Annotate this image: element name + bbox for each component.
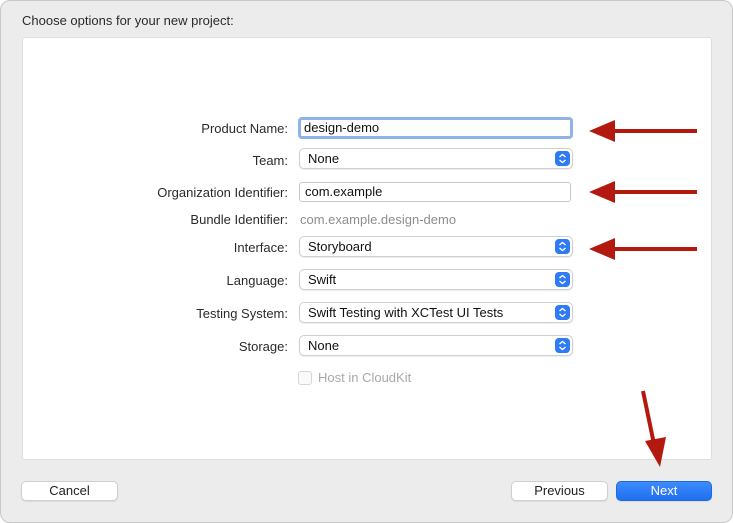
annotation-arrow-icon — [589, 181, 697, 203]
storage-label: Storage: — [238, 339, 288, 354]
bundle-identifier-label: Bundle Identifier: — [190, 212, 288, 227]
storage-value: None — [308, 338, 340, 353]
updown-chevron-icon — [555, 338, 570, 353]
host-in-cloudkit-label: Host in CloudKit — [318, 370, 412, 385]
team-popup[interactable]: None — [299, 148, 573, 169]
organization-identifier-value: com.example — [305, 184, 383, 199]
product-name-label: Product Name: — [201, 121, 288, 136]
checkbox-box — [298, 371, 312, 385]
dialog-title: Choose options for your new project: — [22, 13, 234, 28]
cancel-button[interactable]: Cancel — [21, 481, 118, 501]
team-label: Team: — [252, 153, 288, 168]
product-name-field[interactable]: design-demo — [298, 117, 573, 139]
annotation-arrow-icon — [589, 238, 697, 260]
interface-popup[interactable]: Storyboard — [299, 236, 573, 257]
organization-identifier-label: Organization Identifier: — [157, 185, 288, 200]
testing-system-popup[interactable]: Swift Testing with XCTest UI Tests — [299, 302, 573, 323]
new-project-dialog: Choose options for your new project: Pro… — [0, 0, 733, 523]
interface-value: Storyboard — [308, 239, 372, 254]
bundle-identifier-value: com.example.design-demo — [300, 212, 457, 227]
updown-chevron-icon — [555, 305, 570, 320]
team-value: None — [308, 151, 340, 166]
testing-system-value: Swift Testing with XCTest UI Tests — [308, 305, 504, 320]
product-name-value: design-demo — [304, 120, 380, 135]
language-popup[interactable]: Swift — [299, 269, 573, 290]
updown-chevron-icon — [555, 272, 570, 287]
previous-button[interactable]: Previous — [511, 481, 608, 501]
next-button[interactable]: Next — [616, 481, 712, 501]
storage-popup[interactable]: None — [299, 335, 573, 356]
updown-chevron-icon — [555, 151, 570, 166]
annotation-arrow-icon — [589, 120, 697, 142]
updown-chevron-icon — [555, 239, 570, 254]
language-label: Language: — [226, 273, 288, 288]
testing-system-label: Testing System: — [196, 306, 288, 321]
organization-identifier-field[interactable]: com.example — [299, 182, 571, 202]
interface-label: Interface: — [233, 240, 288, 255]
annotation-arrow-icon — [641, 390, 666, 467]
language-value: Swift — [308, 272, 337, 287]
